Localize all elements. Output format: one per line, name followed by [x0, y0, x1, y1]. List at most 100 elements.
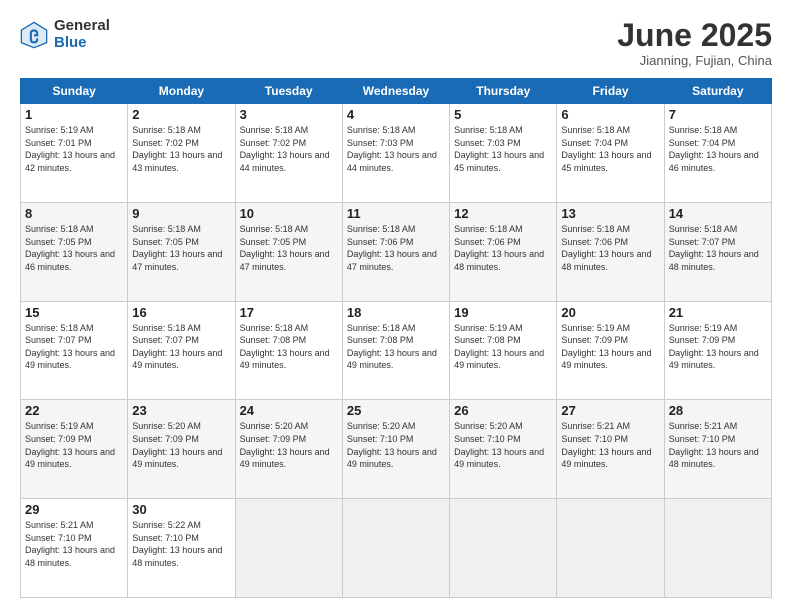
- calendar-week-row: 8 Sunrise: 5:18 AMSunset: 7:05 PMDaylight…: [21, 202, 772, 301]
- day-info: Sunrise: 5:18 AMSunset: 7:04 PMDaylight:…: [561, 124, 659, 174]
- table-row: 11 Sunrise: 5:18 AMSunset: 7:06 PMDayligh…: [342, 202, 449, 301]
- table-row: 26 Sunrise: 5:20 AMSunset: 7:10 PMDayligh…: [450, 400, 557, 499]
- table-row: 25 Sunrise: 5:20 AMSunset: 7:10 PMDayligh…: [342, 400, 449, 499]
- day-info: Sunrise: 5:20 AMSunset: 7:10 PMDaylight:…: [347, 420, 445, 470]
- logo-icon: [20, 21, 48, 49]
- table-row: 1Sunrise: 5:19 AMSunset: 7:01 PMDaylight…: [21, 104, 128, 203]
- day-number: 26: [454, 403, 552, 418]
- calendar-header-row: Sunday Monday Tuesday Wednesday Thursday…: [21, 79, 772, 104]
- day-number: 6: [561, 107, 659, 122]
- day-number: 24: [240, 403, 338, 418]
- calendar-week-row: 29 Sunrise: 5:21 AMSunset: 7:10 PMDayligh…: [21, 499, 772, 598]
- day-info: Sunrise: 5:19 AMSunset: 7:09 PMDaylight:…: [669, 322, 767, 372]
- day-info: Sunrise: 5:18 AMSunset: 7:08 PMDaylight:…: [240, 322, 338, 372]
- table-row: [557, 499, 664, 598]
- day-number: 14: [669, 206, 767, 221]
- day-info: Sunrise: 5:19 AMSunset: 7:09 PMDaylight:…: [561, 322, 659, 372]
- day-info: Sunrise: 5:19 AMSunset: 7:08 PMDaylight:…: [454, 322, 552, 372]
- day-info: Sunrise: 5:18 AMSunset: 7:03 PMDaylight:…: [347, 124, 445, 174]
- day-info: Sunrise: 5:18 AMSunset: 7:02 PMDaylight:…: [132, 124, 230, 174]
- day-number: 4: [347, 107, 445, 122]
- col-saturday: Saturday: [664, 79, 771, 104]
- day-number: 27: [561, 403, 659, 418]
- day-number: 21: [669, 305, 767, 320]
- table-row: [235, 499, 342, 598]
- day-number: 13: [561, 206, 659, 221]
- day-info: Sunrise: 5:20 AMSunset: 7:09 PMDaylight:…: [132, 420, 230, 470]
- page: General Blue June 2025 Jianning, Fujian,…: [0, 0, 792, 612]
- day-number: 10: [240, 206, 338, 221]
- table-row: 9 Sunrise: 5:18 AMSunset: 7:05 PMDaylight…: [128, 202, 235, 301]
- day-info: Sunrise: 5:18 AMSunset: 7:06 PMDaylight:…: [347, 223, 445, 273]
- day-info: Sunrise: 5:18 AMSunset: 7:05 PMDaylight:…: [132, 223, 230, 273]
- day-info: Sunrise: 5:18 AMSunset: 7:02 PMDaylight:…: [240, 124, 338, 174]
- logo-blue-text: Blue: [54, 35, 110, 52]
- day-info: Sunrise: 5:18 AMSunset: 7:05 PMDaylight:…: [25, 223, 123, 273]
- day-number: 30: [132, 502, 230, 517]
- day-number: 19: [454, 305, 552, 320]
- day-number: 25: [347, 403, 445, 418]
- table-row: 6 Sunrise: 5:18 AMSunset: 7:04 PMDaylight…: [557, 104, 664, 203]
- title-block: June 2025 Jianning, Fujian, China: [617, 18, 772, 68]
- day-info: Sunrise: 5:21 AMSunset: 7:10 PMDaylight:…: [25, 519, 123, 569]
- table-row: 10 Sunrise: 5:18 AMSunset: 7:05 PMDayligh…: [235, 202, 342, 301]
- day-number: 5: [454, 107, 552, 122]
- table-row: 16Sunrise: 5:18 AMSunset: 7:07 PMDayligh…: [128, 301, 235, 400]
- day-info: Sunrise: 5:18 AMSunset: 7:06 PMDaylight:…: [454, 223, 552, 273]
- table-row: 4 Sunrise: 5:18 AMSunset: 7:03 PMDaylight…: [342, 104, 449, 203]
- table-row: 7Sunrise: 5:18 AMSunset: 7:04 PMDaylight…: [664, 104, 771, 203]
- day-number: 9: [132, 206, 230, 221]
- col-tuesday: Tuesday: [235, 79, 342, 104]
- day-info: Sunrise: 5:21 AMSunset: 7:10 PMDaylight:…: [561, 420, 659, 470]
- day-number: 12: [454, 206, 552, 221]
- day-number: 22: [25, 403, 123, 418]
- day-number: 18: [347, 305, 445, 320]
- table-row: 20Sunrise: 5:19 AMSunset: 7:09 PMDayligh…: [557, 301, 664, 400]
- day-number: 3: [240, 107, 338, 122]
- calendar-week-row: 22 Sunrise: 5:19 AMSunset: 7:09 PMDayligh…: [21, 400, 772, 499]
- table-row: 24Sunrise: 5:20 AMSunset: 7:09 PMDayligh…: [235, 400, 342, 499]
- month-title: June 2025: [617, 18, 772, 53]
- table-row: 18 Sunrise: 5:18 AMSunset: 7:08 PMDayligh…: [342, 301, 449, 400]
- day-info: Sunrise: 5:18 AMSunset: 7:06 PMDaylight:…: [561, 223, 659, 273]
- table-row: 28Sunrise: 5:21 AMSunset: 7:10 PMDayligh…: [664, 400, 771, 499]
- table-row: 27 Sunrise: 5:21 AMSunset: 7:10 PMDayligh…: [557, 400, 664, 499]
- day-info: Sunrise: 5:22 AMSunset: 7:10 PMDaylight:…: [132, 519, 230, 569]
- day-number: 11: [347, 206, 445, 221]
- table-row: 2 Sunrise: 5:18 AMSunset: 7:02 PMDaylight…: [128, 104, 235, 203]
- logo: General Blue: [20, 18, 110, 51]
- calendar-week-row: 15Sunrise: 5:18 AMSunset: 7:07 PMDayligh…: [21, 301, 772, 400]
- day-info: Sunrise: 5:18 AMSunset: 7:08 PMDaylight:…: [347, 322, 445, 372]
- table-row: 14Sunrise: 5:18 AMSunset: 7:07 PMDayligh…: [664, 202, 771, 301]
- table-row: [450, 499, 557, 598]
- logo-general-text: General: [54, 18, 110, 35]
- table-row: 15Sunrise: 5:18 AMSunset: 7:07 PMDayligh…: [21, 301, 128, 400]
- day-info: Sunrise: 5:18 AMSunset: 7:03 PMDaylight:…: [454, 124, 552, 174]
- table-row: 13 Sunrise: 5:18 AMSunset: 7:06 PMDayligh…: [557, 202, 664, 301]
- day-number: 7: [669, 107, 767, 122]
- day-info: Sunrise: 5:18 AMSunset: 7:07 PMDaylight:…: [132, 322, 230, 372]
- location: Jianning, Fujian, China: [617, 53, 772, 68]
- table-row: 22 Sunrise: 5:19 AMSunset: 7:09 PMDayligh…: [21, 400, 128, 499]
- table-row: [664, 499, 771, 598]
- table-row: 19 Sunrise: 5:19 AMSunset: 7:08 PMDayligh…: [450, 301, 557, 400]
- day-info: Sunrise: 5:19 AMSunset: 7:09 PMDaylight:…: [25, 420, 123, 470]
- calendar-table: Sunday Monday Tuesday Wednesday Thursday…: [20, 78, 772, 598]
- col-thursday: Thursday: [450, 79, 557, 104]
- logo-text: General Blue: [54, 18, 110, 51]
- table-row: 29 Sunrise: 5:21 AMSunset: 7:10 PMDayligh…: [21, 499, 128, 598]
- col-sunday: Sunday: [21, 79, 128, 104]
- day-number: 2: [132, 107, 230, 122]
- day-info: Sunrise: 5:20 AMSunset: 7:10 PMDaylight:…: [454, 420, 552, 470]
- table-row: 3 Sunrise: 5:18 AMSunset: 7:02 PMDaylight…: [235, 104, 342, 203]
- table-row: 23Sunrise: 5:20 AMSunset: 7:09 PMDayligh…: [128, 400, 235, 499]
- table-row: 5 Sunrise: 5:18 AMSunset: 7:03 PMDaylight…: [450, 104, 557, 203]
- table-row: 21 Sunrise: 5:19 AMSunset: 7:09 PMDayligh…: [664, 301, 771, 400]
- day-info: Sunrise: 5:18 AMSunset: 7:07 PMDaylight:…: [25, 322, 123, 372]
- col-wednesday: Wednesday: [342, 79, 449, 104]
- day-number: 8: [25, 206, 123, 221]
- table-row: 17Sunrise: 5:18 AMSunset: 7:08 PMDayligh…: [235, 301, 342, 400]
- day-info: Sunrise: 5:19 AMSunset: 7:01 PMDaylight:…: [25, 124, 123, 174]
- day-number: 29: [25, 502, 123, 517]
- day-info: Sunrise: 5:18 AMSunset: 7:05 PMDaylight:…: [240, 223, 338, 273]
